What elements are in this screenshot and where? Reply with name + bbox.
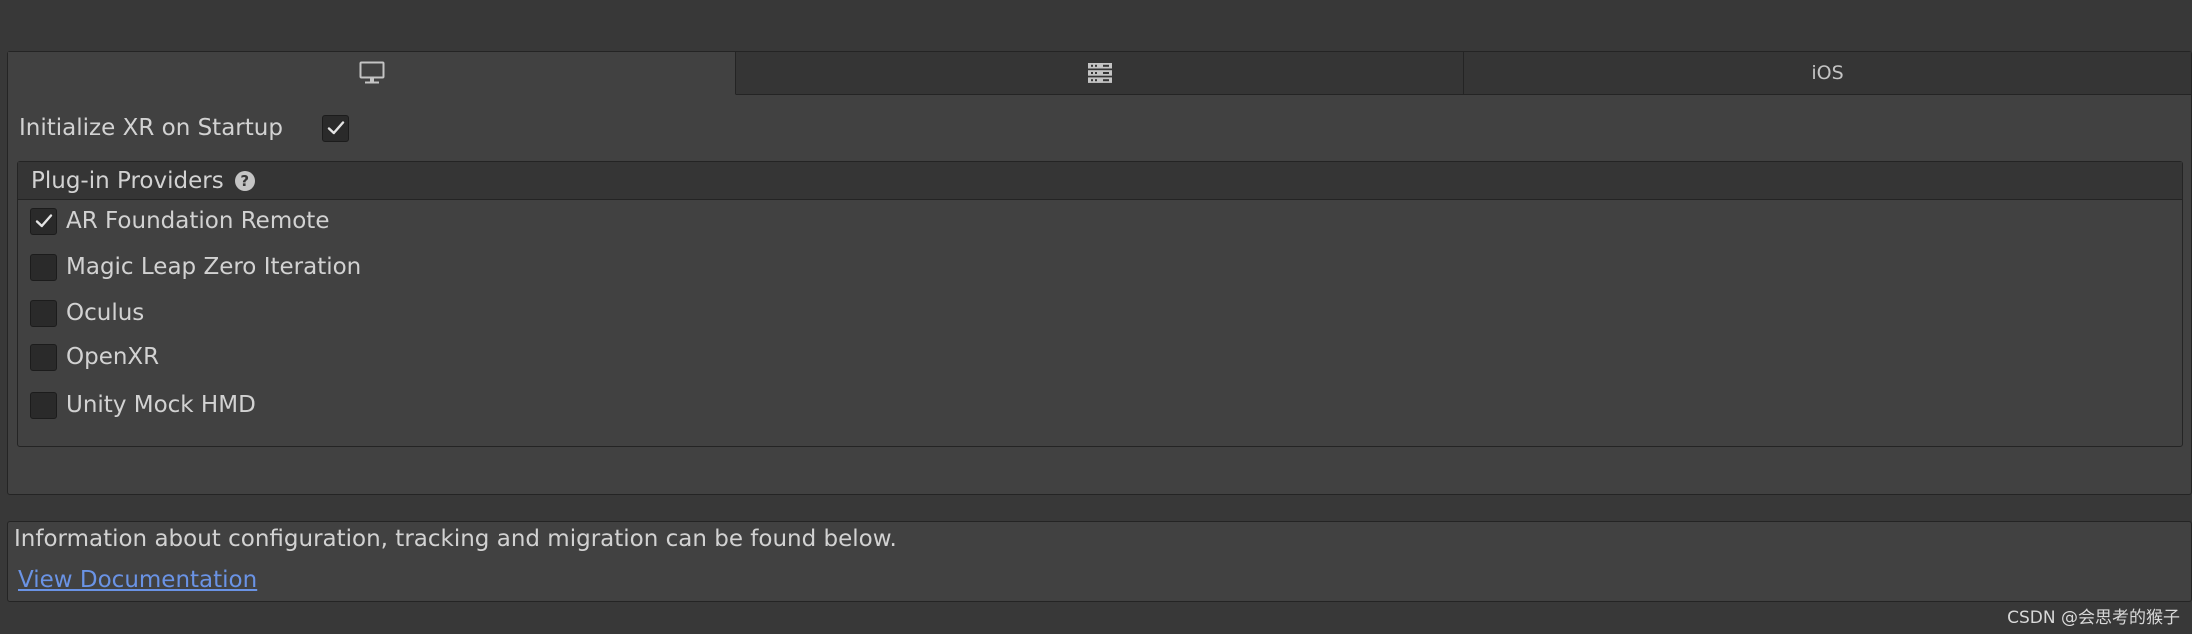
provider-ar-foundation-remote[interactable]: AR Foundation Remote — [30, 204, 329, 238]
provider-checkbox[interactable] — [30, 299, 57, 327]
provider-label: Oculus — [66, 300, 145, 326]
xr-settings-panel: iOS Initialize XR on Startup Plug-in Pro… — [7, 51, 2192, 495]
plugin-providers-header: Plug-in Providers ? — [18, 162, 2182, 200]
checkmark-icon — [327, 121, 344, 135]
platform-tabs: iOS — [8, 52, 2191, 95]
provider-openxr[interactable]: OpenXR — [30, 340, 159, 374]
provider-label: Unity Mock HMD — [66, 392, 256, 418]
info-text: Information about configuration, trackin… — [14, 526, 897, 552]
view-documentation-link[interactable]: View Documentation — [18, 567, 257, 593]
provider-checkbox[interactable] — [30, 391, 57, 419]
initialize-xr-row: Initialize XR on Startup — [19, 110, 349, 146]
server-icon — [1087, 62, 1113, 84]
provider-label: Magic Leap Zero Iteration — [66, 254, 362, 280]
desktop-icon — [359, 61, 385, 85]
initialize-xr-checkbox[interactable] — [322, 114, 349, 142]
help-icon[interactable]: ? — [234, 170, 255, 191]
provider-checkbox[interactable] — [30, 343, 57, 371]
provider-oculus[interactable]: Oculus — [30, 296, 144, 330]
title-strip — [0, 0, 2192, 52]
plugin-providers-title: Plug-in Providers — [31, 167, 224, 194]
watermark: CSDN @会思考的猴子 — [2007, 608, 2180, 628]
checkmark-icon — [35, 214, 52, 228]
tab-ios[interactable]: iOS — [1464, 52, 2191, 95]
provider-unity-mock-hmd[interactable]: Unity Mock HMD — [30, 388, 256, 422]
tab-desktop[interactable] — [8, 52, 736, 95]
provider-label: AR Foundation Remote — [66, 208, 330, 234]
provider-checkbox[interactable] — [30, 253, 57, 281]
initialize-xr-label: Initialize XR on Startup — [19, 115, 283, 141]
provider-checkbox[interactable] — [30, 207, 57, 235]
tab-dedicated-server[interactable] — [736, 52, 1464, 95]
provider-magic-leap-zero-iteration[interactable]: Magic Leap Zero Iteration — [30, 250, 361, 284]
info-box: Information about configuration, trackin… — [7, 521, 2192, 602]
provider-label: OpenXR — [66, 344, 160, 370]
plugin-providers-group: Plug-in Providers ? AR Foundation Remote — [17, 161, 2183, 447]
tab-ios-label: iOS — [1811, 62, 1844, 84]
